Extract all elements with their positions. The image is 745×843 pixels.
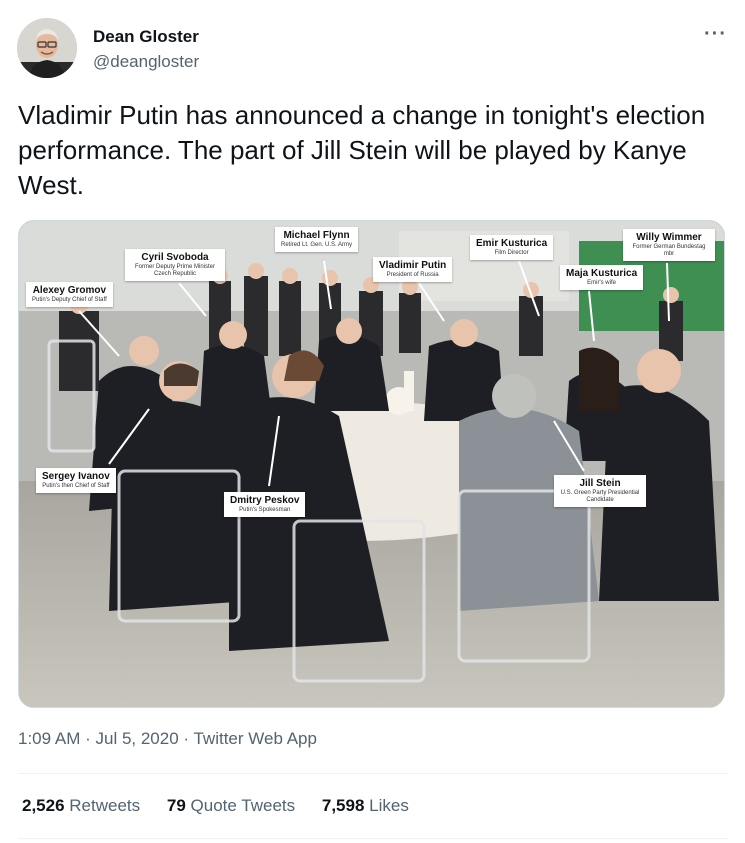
photo-label-subtitle: Former Deputy Prime Minister Czech Repub… <box>134 264 215 277</box>
quote-tweets-stat[interactable]: 79 Quote Tweets <box>167 796 295 816</box>
likes-count: 7,598 <box>321 796 365 815</box>
quote-tweets-count: 79 <box>166 796 186 815</box>
retweets-label: Retweets <box>69 796 141 815</box>
photo-label-subtitle: U.S. Green Party Presidential Candidate <box>560 490 640 503</box>
meta-separator: · <box>80 729 96 748</box>
photo-label-subtitle: Putin's Spokesman <box>239 507 291 513</box>
photo-label-subtitle: Former German Bundestag mbr <box>632 244 706 257</box>
photo-label-name: Sergey Ivanov <box>42 471 110 482</box>
photo-label-name: Cyril Svoboda <box>141 252 209 263</box>
tweet-header: Dean Gloster @deangloster ··· <box>17 18 727 80</box>
photo-label-michael-flynn: Michael Flynn Retired Lt. Gen. U.S. Army <box>275 227 359 252</box>
photo-label-subtitle: Film Director <box>494 250 529 256</box>
photo-label-subtitle: President of Russia <box>386 272 439 278</box>
photo-label-alexey-gromov: Alexey Gromov Putin's Deputy Chief of St… <box>26 282 113 307</box>
meta-separator: · <box>178 729 194 748</box>
tweet-source[interactable]: Twitter Web App <box>193 729 316 748</box>
tweet-time[interactable]: 1:09 AM <box>18 729 80 748</box>
photo-label-name: Maja Kusturica <box>566 268 638 279</box>
photo-label-jill-stein: Jill Stein U.S. Green Party Presidential… <box>554 475 646 507</box>
tweet-photo[interactable]: Michael Flynn Retired Lt. Gen. U.S. Army… <box>18 220 725 708</box>
divider <box>18 838 728 839</box>
tweet-date[interactable]: Jul 5, 2020 <box>95 729 178 748</box>
photo-label-sergey-ivanov: Sergey Ivanov Putin's then Chief of Staf… <box>36 468 116 493</box>
photo-label-subtitle: Emir's wife <box>587 280 616 286</box>
avatar[interactable] <box>17 18 77 78</box>
photo-label-subtitle: Putin's Deputy Chief of Staff <box>32 297 107 303</box>
photo-label-cyril-svoboda: Cyril Svoboda Former Deputy Prime Minist… <box>125 249 225 281</box>
likes-label: Likes <box>369 796 409 815</box>
more-dots-icon[interactable]: ··· <box>704 24 727 44</box>
photo-label-name: Jill Stein <box>579 478 621 489</box>
photo-label-maja-kusturica: Maja Kusturica Emir's wife <box>560 265 644 290</box>
retweets-count: 2,526 <box>22 796 65 815</box>
author-name[interactable]: Dean Gloster <box>93 27 199 47</box>
photo-label-emir-kusturica: Emir Kusturica Film Director <box>470 235 554 260</box>
dinner-photo-image <box>19 221 724 707</box>
photo-label-name: Michael Flynn <box>283 230 350 241</box>
quote-tweets-label: Quote Tweets <box>190 796 296 815</box>
retweets-stat[interactable]: 2,526 Retweets <box>22 796 140 816</box>
photo-label-name: Vladimir Putin <box>379 260 447 271</box>
photo-label-name: Willy Wimmer <box>636 232 702 243</box>
author-handle[interactable]: @deangloster <box>93 52 199 72</box>
likes-stat[interactable]: 7,598 Likes <box>322 796 409 816</box>
photo-label-subtitle: Putin's then Chief of Staff <box>42 483 110 489</box>
tweet-metadata: 1:09 AM · Jul 5, 2020 · Twitter Web App <box>18 729 317 749</box>
photo-label-name: Alexey Gromov <box>32 285 107 296</box>
tweet-stats: 2,526 Retweets 79 Quote Tweets 7,598 Lik… <box>22 796 431 816</box>
photo-label-name: Dmitry Peskov <box>230 495 300 506</box>
photo-label-name: Emir Kusturica <box>476 238 548 249</box>
tweet-text: Vladimir Putin has announced a change in… <box>18 100 706 200</box>
photo-label-subtitle: Retired Lt. Gen. U.S. Army <box>281 242 353 248</box>
photo-label-dmitry-peskov: Dmitry Peskov Putin's Spokesman <box>224 492 306 517</box>
photo-label-willy-wimmer: Willy Wimmer Former German Bundestag mbr <box>623 229 715 261</box>
divider <box>18 773 728 774</box>
photo-label-vladimir-putin: Vladimir Putin President of Russia <box>373 257 453 282</box>
